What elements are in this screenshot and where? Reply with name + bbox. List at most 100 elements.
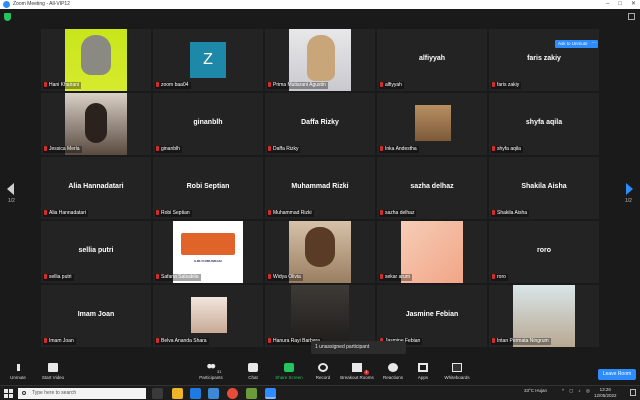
participant-tile[interactable]: shyfa aqila shyfa aqila (489, 93, 599, 155)
weather-indicator[interactable]: 33°C Hujan (524, 388, 547, 393)
participant-tile[interactable]: faris zakiy faris zakiy (489, 29, 599, 91)
muted-mic-icon (492, 274, 495, 279)
participant-tile[interactable]: Muhammad Rizki Muhammad Rizki (265, 157, 375, 219)
breakout-rooms-badge: 1 (364, 370, 369, 375)
participant-name-label: zoom baa04 (155, 82, 191, 89)
participant-name: roro (497, 274, 506, 280)
reactions-label: Reactions (382, 375, 403, 380)
participant-tile[interactable]: ginanblh ginanblh (153, 93, 263, 155)
participant-name-label: shyfa aqila (491, 146, 523, 153)
participant-name: Imam Joan (49, 338, 74, 344)
participant-tile[interactable]: Jasmine Febian Jasmine Febian (377, 285, 487, 347)
muted-mic-icon (380, 146, 383, 151)
muted-mic-icon (268, 274, 271, 279)
unassigned-participant-toast[interactable]: 1 unassigned participant (311, 341, 406, 354)
participant-display-name: faris zakiy (527, 55, 561, 62)
participant-tile[interactable]: Hanura Rayi Barbara (265, 285, 375, 347)
maximize-icon[interactable]: □ (618, 0, 622, 9)
participant-tile[interactable]: Intan Permata Ningrum (489, 285, 599, 347)
windows-taskbar: Type here to search 33°C Hujan ^ ◻ ♪ ◎ 1… (0, 385, 640, 400)
whiteboards-button[interactable]: Whiteboards (435, 363, 479, 380)
edge-browser-icon[interactable] (190, 388, 201, 399)
participant-tile[interactable]: Hani Khairani (41, 29, 151, 91)
participant-tile[interactable]: Prima Mutiarani Agustin (265, 29, 375, 91)
taskbar-clock[interactable]: 13:26 12/05/2022 (594, 387, 617, 399)
participant-tile[interactable]: Imam Joan Imam Joan (41, 285, 151, 347)
security-shield-icon[interactable] (4, 13, 11, 21)
next-page-arrow-icon[interactable] (626, 183, 633, 195)
participant-name: alfiyyah (385, 82, 402, 88)
participant-name-label: sazha delhaz (379, 210, 417, 217)
muted-mic-icon (156, 338, 159, 343)
muted-mic-icon (380, 274, 383, 279)
muted-mic-icon (156, 210, 159, 215)
window-controls: – □ ✕ (606, 0, 636, 9)
ask-to-unmute-button[interactable]: Ask to Unmute (555, 40, 591, 48)
participant-tile[interactable]: sazha delhaz sazha delhaz (377, 157, 487, 219)
participant-tile[interactable]: roro roro (489, 221, 599, 283)
participant-tile[interactable]: Belva Ananda Shara (153, 285, 263, 347)
avatar: Z (190, 42, 226, 78)
search-placeholder: Type here to search (32, 390, 77, 396)
whiteboard-icon (452, 363, 462, 372)
minimize-icon[interactable]: – (606, 0, 609, 9)
participant-tile[interactable]: Alia Hannadatari Alia Hannadatari (41, 157, 151, 219)
system-tray-icons[interactable]: ^ ◻ ♪ ◎ (562, 388, 592, 394)
fullscreen-icon[interactable] (628, 13, 635, 20)
muted-mic-icon (268, 210, 271, 215)
muted-mic-icon (268, 146, 271, 151)
participant-display-name: Robi Septian (186, 183, 230, 190)
muted-mic-icon (380, 210, 383, 215)
gallery-grid: Hani Khairani Z zoom baa04 Prima Mutiara… (41, 29, 600, 347)
participant-tile[interactable]: Z zoom baa04 (153, 29, 263, 91)
participant-name-label: Intan Permata Ningrum (491, 338, 551, 345)
record-label: Record (315, 375, 331, 380)
more-options-button[interactable]: ··· (590, 40, 598, 48)
windows-start-icon[interactable] (4, 389, 13, 398)
participant-tile[interactable]: Jessica Merla (41, 93, 151, 155)
participant-display-name: ginanblh (193, 119, 223, 126)
participant-profile-photo (415, 105, 451, 141)
participant-tile[interactable]: Robi Septian Robi Septian (153, 157, 263, 219)
start-video-button[interactable]: Start Video (31, 363, 75, 380)
chrome-icon[interactable] (227, 388, 238, 399)
participant-name-label: Muhammad Rizki (267, 210, 314, 217)
participant-tile[interactable]: alfiyyah alfiyyah (377, 29, 487, 91)
participant-tile[interactable]: sekar arum (377, 221, 487, 283)
participant-display-name: sazha delhaz (410, 183, 454, 190)
participant-tile[interactable]: Inka Andestha (377, 93, 487, 155)
chat-bubble-icon (248, 363, 258, 372)
leave-room-button[interactable]: Leave Room (598, 369, 636, 380)
participant-display-name: sellia putri (78, 247, 114, 254)
participant-name-label: Prima Mutiarani Agustin (267, 82, 328, 89)
zoom-taskbar-icon[interactable] (265, 388, 276, 399)
participants-button[interactable]: Participants (189, 363, 233, 380)
task-view-icon[interactable] (152, 388, 163, 399)
muted-mic-icon (156, 82, 159, 87)
close-icon[interactable]: ✕ (631, 0, 636, 9)
participant-profile-photo (191, 297, 227, 333)
participant-tile[interactable]: Daffa Rizky Daffa Rizky (265, 93, 375, 155)
participant-tile[interactable]: sellia putri sellia putri (41, 221, 151, 283)
taskbar-search-input[interactable]: Type here to search (18, 388, 146, 399)
store-icon[interactable] (208, 388, 219, 399)
participant-display-name: Jasmine Febian (405, 311, 459, 318)
participant-name: Widya Olivia (273, 274, 301, 280)
app-icon[interactable] (246, 388, 257, 399)
zoom-app-icon (3, 1, 10, 8)
participant-name-label: alfiyyah (379, 82, 404, 89)
participant-name-label: Jessica Merla (43, 146, 82, 153)
page-indicator-right: 1/2 (625, 198, 632, 204)
file-explorer-icon[interactable] (172, 388, 183, 399)
notification-icon[interactable] (630, 389, 636, 396)
previous-page-arrow-icon[interactable] (7, 183, 14, 195)
participant-tile[interactable]: Widya Olivia (265, 221, 375, 283)
microphone-muted-icon (13, 363, 23, 372)
meeting-toolbar: Unmute Start Video Participants Chat Sha… (0, 360, 640, 385)
participant-name: Alia Hannadatari (49, 210, 86, 216)
participants-count: 31 (217, 369, 222, 374)
participant-name-label: Alia Hannadatari (43, 210, 88, 217)
participant-tile[interactable]: Shakila Aisha Shakila Aisha (489, 157, 599, 219)
participant-name: sekar arum (385, 274, 411, 280)
participant-tile[interactable]: ILMU KOMUNIKASI Safana Salsabila (153, 221, 263, 283)
